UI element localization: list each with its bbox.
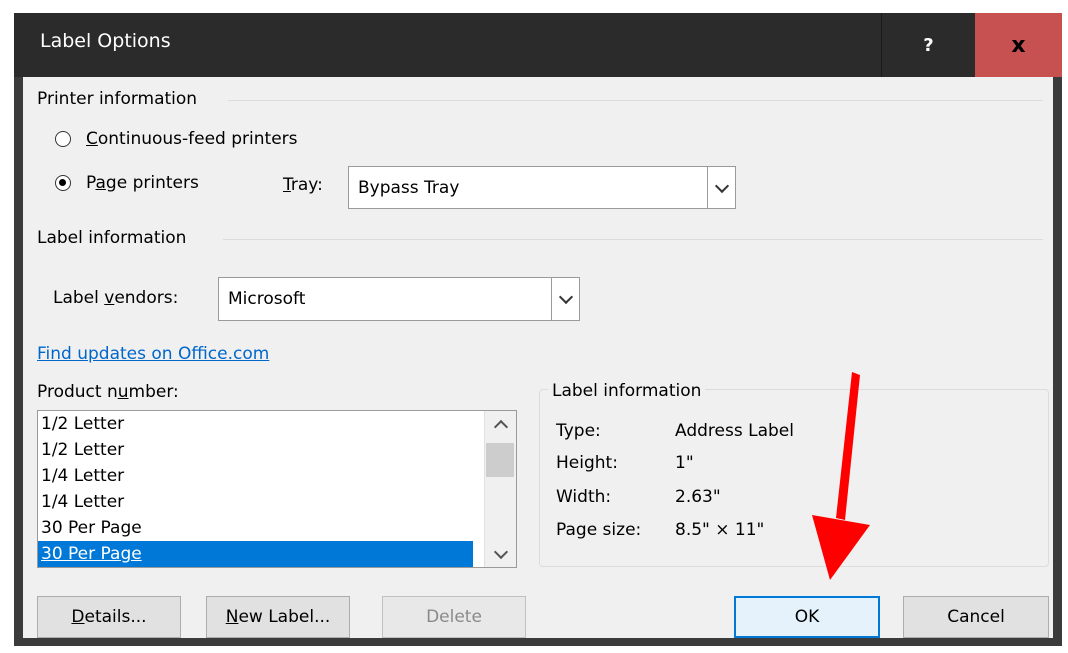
help-button[interactable]: ?	[881, 13, 975, 77]
chevron-down-icon	[558, 289, 573, 305]
details-button[interactable]: Details...	[37, 596, 181, 638]
printer-info-divider	[228, 100, 1043, 101]
label-details-box	[539, 389, 1049, 567]
radio-circle-checked[interactable]	[55, 175, 71, 191]
label-options-dialog: Label Options ? x Printer information Co…	[14, 13, 1062, 646]
page-printers-radio[interactable]: Page printers	[55, 173, 199, 193]
height-value: 1"	[675, 453, 694, 473]
label-info-divider	[223, 239, 1043, 240]
find-updates-link[interactable]: Find updates on Office.com	[37, 344, 269, 364]
ok-button[interactable]: OK	[734, 596, 880, 638]
label-info-title: Label information	[37, 228, 197, 248]
tray-select-value: Bypass Tray	[358, 177, 460, 198]
width-value: 2.63"	[675, 487, 721, 507]
height-label: Height:	[556, 453, 618, 473]
tray-dropdown-button[interactable]	[707, 167, 735, 208]
new-label-button[interactable]: New Label...	[206, 596, 350, 638]
page-printers-label: Page printers	[86, 173, 199, 193]
delete-button[interactable]: Delete	[382, 596, 526, 638]
list-item[interactable]: 1/4 Letter	[38, 489, 516, 515]
label-vendors-label: Label vendors:	[53, 288, 179, 308]
chevron-down-icon	[493, 544, 508, 559]
list-item[interactable]: 30 Per Page	[38, 541, 473, 567]
label-vendors-dropdown-button[interactable]	[551, 278, 579, 320]
cancel-button[interactable]: Cancel	[903, 596, 1049, 638]
product-number-label: Product number:	[37, 382, 179, 402]
tray-label: Tray:	[283, 175, 323, 195]
type-label: Type:	[556, 421, 601, 441]
dialog-body: Printer information Continuous-feed prin…	[23, 77, 1053, 638]
dialog-title: Label Options	[40, 30, 171, 52]
continuous-feed-radio[interactable]: Continuous-feed printers	[55, 129, 298, 149]
scroll-up-button[interactable]	[485, 411, 516, 437]
tray-select[interactable]: Bypass Tray	[348, 166, 736, 209]
product-number-list[interactable]: 1/2 Letter 1/2 Letter 1/4 Letter 1/4 Letter…	[37, 410, 517, 568]
width-label: Width:	[556, 487, 612, 507]
list-item[interactable]: 1/4 Letter	[38, 463, 516, 489]
list-item[interactable]: 1/2 Letter	[38, 411, 516, 437]
scroll-thumb[interactable]	[486, 443, 514, 477]
scroll-down-button[interactable]	[485, 541, 516, 567]
type-value: Address Label	[675, 421, 794, 441]
product-list-scrollbar[interactable]	[484, 411, 516, 567]
radio-circle[interactable]	[55, 131, 71, 147]
page-size-label: Page size:	[556, 520, 642, 540]
continuous-feed-label: Continuous-feed printers	[86, 129, 298, 149]
chevron-down-icon	[714, 178, 729, 193]
label-vendors-select[interactable]: Microsoft	[218, 277, 580, 321]
printer-info-title: Printer information	[37, 89, 208, 109]
label-vendors-value: Microsoft	[228, 289, 306, 309]
page-size-value: 8.5" × 11"	[675, 520, 765, 540]
close-button[interactable]: x	[975, 13, 1062, 77]
product-list-items: 1/2 Letter 1/2 Letter 1/4 Letter 1/4 Letter…	[38, 411, 516, 567]
list-item[interactable]: 1/2 Letter	[38, 437, 516, 463]
chevron-up-icon	[493, 419, 508, 434]
list-item[interactable]: 30 Per Page	[38, 515, 516, 541]
title-bar[interactable]: Label Options ? x	[14, 13, 1062, 77]
label-details-title: Label information	[548, 381, 706, 401]
